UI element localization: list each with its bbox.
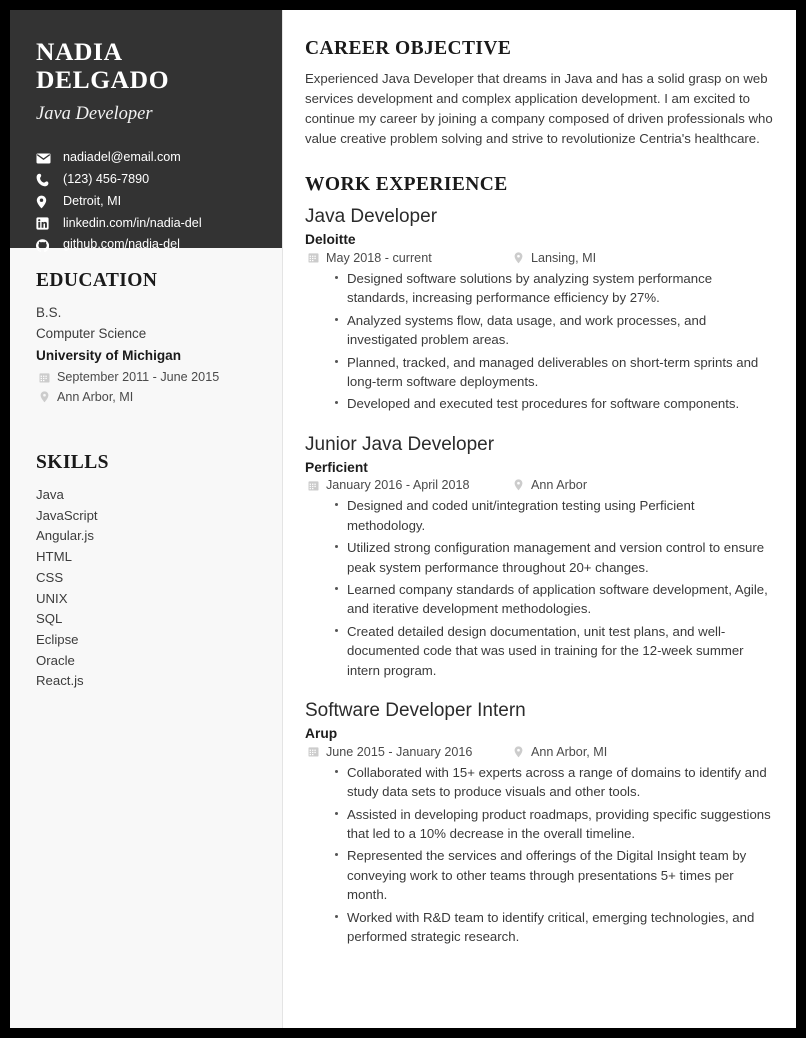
education-degree: B.S. — [36, 305, 62, 320]
job-dates: January 2016 - April 2018 — [326, 478, 470, 493]
job-location-group: Lansing, MI — [510, 251, 596, 265]
job-entry: Java Developer Deloitte May 2018 - curre… — [305, 205, 774, 414]
objective-section: CAREER OBJECTIVE Experienced Java Develo… — [305, 38, 774, 149]
skills-list: Java JavaScript Angular.js HTML CSS UNIX… — [36, 485, 258, 692]
work-experience-heading: WORK EXPERIENCE — [305, 174, 508, 196]
map-pin-icon — [36, 194, 55, 209]
job-meta: January 2016 - April 2018 Ann Arbor — [305, 478, 774, 492]
skill-item: CSS — [36, 569, 64, 585]
job-dates-group: June 2015 - January 2016 — [305, 745, 510, 759]
contact-location-text: Detroit, MI — [63, 193, 122, 208]
job-bullet: Learned company standards of application… — [335, 580, 774, 619]
job-bullet: Developed and executed test procedures f… — [335, 394, 774, 413]
contact-email[interactable]: nadiadel@email.com — [36, 150, 258, 166]
contact-location: Detroit, MI — [36, 194, 258, 210]
work-experience-section: WORK EXPERIENCE Java Developer Deloitte — [305, 174, 774, 946]
skill-item: HTML — [36, 549, 72, 565]
job-dates: June 2015 - January 2016 — [326, 744, 473, 759]
job-bullet: Designed software solutions by analyzing… — [335, 269, 774, 308]
job-bullet: Worked with R&D team to identify critica… — [335, 908, 774, 947]
job-title: Software Developer Intern — [305, 700, 526, 722]
resume-page: NADIA DELGADO Java Developer nadiadel@em… — [0, 0, 806, 1038]
calendar-icon — [36, 371, 52, 384]
job-bullet: Designed and coded unit/integration test… — [335, 496, 774, 535]
skill-item: SQL — [36, 611, 63, 627]
education-location-row: Ann Arbor, MI — [36, 389, 258, 406]
job-bullets: Collaborated with 15+ experts across a r… — [305, 763, 774, 947]
job-meta: June 2015 - January 2016 Ann Arbor, MI — [305, 745, 774, 759]
job-entry: Software Developer Intern Arup June 2015… — [305, 699, 774, 946]
job-meta: May 2018 - current Lansing, MI — [305, 251, 774, 265]
candidate-headline: Java Developer — [36, 104, 153, 125]
job-location-group: Ann Arbor — [510, 478, 587, 492]
job-bullet: Assisted in developing product roadmaps,… — [335, 805, 774, 844]
skill-item: Eclipse — [36, 631, 79, 647]
education-dates-row: September 2011 - June 2015 — [36, 369, 258, 386]
linkedin-icon — [36, 216, 55, 231]
education-section: EDUCATION B.S. Computer Science Universi… — [36, 270, 258, 406]
job-bullet: Planned, tracked, and managed deliverabl… — [335, 353, 774, 392]
contact-phone[interactable]: (123) 456-7890 — [36, 172, 258, 188]
job-location: Lansing, MI — [531, 250, 597, 265]
education-dates: September 2011 - June 2015 — [57, 369, 220, 384]
job-dates: May 2018 - current — [326, 250, 432, 265]
job-location: Ann Arbor, MI — [531, 744, 608, 759]
education-heading: EDUCATION — [36, 270, 158, 291]
education-school: University of Michigan — [36, 347, 182, 363]
skill-item: JavaScript — [36, 507, 98, 523]
map-pin-icon — [510, 745, 526, 758]
job-location: Ann Arbor — [531, 478, 588, 493]
skill-item: Angular.js — [36, 528, 94, 544]
job-bullet: Collaborated with 15+ experts across a r… — [335, 763, 774, 802]
job-entry: Junior Java Developer Perficient January… — [305, 433, 774, 680]
job-bullet: Utilized strong configuration management… — [335, 538, 774, 577]
envelope-icon — [36, 151, 55, 166]
job-title: Java Developer — [305, 206, 438, 228]
contact-list: nadiadel@email.com (123) 456-7890 Detroi… — [36, 150, 258, 253]
map-pin-icon — [510, 251, 526, 264]
skill-item: UNIX — [36, 590, 68, 606]
job-company: Arup — [305, 725, 338, 741]
job-company: Deloitte — [305, 232, 356, 247]
skills-section: SKILLS Java JavaScript Angular.js HTML C… — [36, 452, 258, 692]
job-bullet: Analyzed systems flow, data usage, and w… — [335, 311, 774, 350]
sidebar: NADIA DELGADO Java Developer nadiadel@em… — [10, 10, 283, 1028]
job-bullets: Designed and coded unit/integration test… — [305, 496, 774, 680]
objective-heading: CAREER OBJECTIVE — [305, 38, 512, 59]
sidebar-body: EDUCATION B.S. Computer Science Universi… — [10, 248, 282, 1028]
contact-phone-text: (123) 456-7890 — [63, 172, 150, 187]
job-title: Junior Java Developer — [305, 433, 495, 455]
candidate-name: NADIA DELGADO — [36, 37, 170, 95]
job-bullet: Represented the services and offerings o… — [335, 846, 774, 904]
skills-heading: SKILLS — [36, 451, 109, 473]
calendar-icon — [305, 745, 321, 758]
contact-linkedin-text: linkedin.com/in/nadia-del — [63, 215, 202, 230]
contact-linkedin[interactable]: linkedin.com/in/nadia-del — [36, 216, 258, 232]
education-field: Computer Science — [36, 325, 147, 341]
job-bullet: Created detailed design documentation, u… — [335, 622, 774, 680]
calendar-icon — [305, 479, 321, 492]
contact-email-text: nadiadel@email.com — [63, 150, 181, 165]
calendar-icon — [305, 251, 321, 264]
main-column: CAREER OBJECTIVE Experienced Java Develo… — [283, 10, 796, 1028]
job-dates-group: May 2018 - current — [305, 251, 510, 265]
objective-text: Experienced Java Developer that dreams i… — [305, 71, 773, 147]
job-dates-group: January 2016 - April 2018 — [305, 478, 510, 492]
education-location: Ann Arbor, MI — [57, 389, 134, 404]
resume-sheet: NADIA DELGADO Java Developer nadiadel@em… — [10, 10, 796, 1028]
phone-icon — [36, 173, 55, 188]
skill-item: Oracle — [36, 652, 75, 668]
map-pin-icon — [510, 479, 526, 492]
job-location-group: Ann Arbor, MI — [510, 745, 607, 759]
skill-item: Java — [36, 486, 64, 502]
job-bullets: Designed software solutions by analyzing… — [305, 269, 774, 414]
job-company: Perficient — [305, 459, 368, 475]
identity-block: NADIA DELGADO Java Developer nadiadel@em… — [10, 10, 282, 252]
map-pin-icon — [36, 391, 52, 404]
skill-item: React.js — [36, 673, 84, 689]
